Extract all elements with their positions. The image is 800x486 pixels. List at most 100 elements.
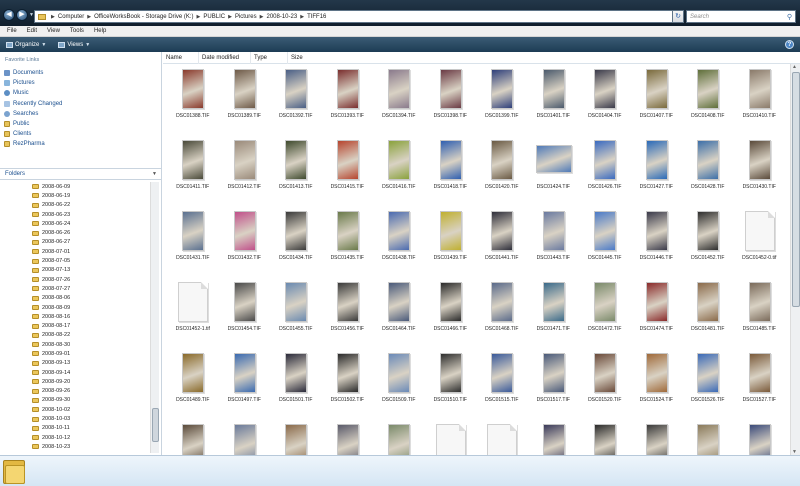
file-tile[interactable]: DSC01392.TIF xyxy=(270,66,322,137)
folder-tree-item[interactable]: 2008-09-13 xyxy=(0,359,150,368)
image-thumbnail[interactable] xyxy=(182,69,204,109)
image-thumbnail[interactable] xyxy=(491,353,513,393)
image-thumbnail[interactable] xyxy=(233,211,256,251)
file-tile[interactable]: DSC01535.TIF xyxy=(425,421,477,455)
chevron-down-icon[interactable]: ▼ xyxy=(152,171,157,177)
folder-tree-item[interactable]: 2008-09-14 xyxy=(0,368,150,377)
file-tile[interactable]: DSC01533.TIF xyxy=(322,421,374,455)
file-tile[interactable]: DSC01412.TIF xyxy=(219,137,271,208)
image-thumbnail[interactable] xyxy=(748,140,771,180)
file-tile[interactable]: DSC01430.TIF xyxy=(734,137,786,208)
image-thumbnail[interactable] xyxy=(439,69,462,109)
image-thumbnail[interactable] xyxy=(285,140,307,180)
breadcrumb-item[interactable]: TIFF16 xyxy=(307,14,326,20)
image-thumbnail[interactable] xyxy=(535,145,572,173)
image-thumbnail[interactable] xyxy=(748,282,771,322)
image-thumbnail[interactable] xyxy=(748,69,771,109)
breadcrumb-item[interactable]: 2008-10-23 xyxy=(267,14,298,20)
file-tile[interactable]: DSC01510.TIF xyxy=(425,350,477,421)
folder-tree-item[interactable]: 2008-09-20 xyxy=(0,377,150,386)
image-thumbnail[interactable] xyxy=(388,211,410,251)
favorite-link-item[interactable]: Documents xyxy=(4,68,154,78)
folder-tree-item[interactable]: 2008-09-26 xyxy=(0,387,150,396)
file-list-scrollbar[interactable]: ▲ ▼ xyxy=(790,64,800,455)
menu-file[interactable]: File xyxy=(7,28,17,34)
folder-tree-item[interactable]: 2008-08-16 xyxy=(0,312,150,321)
file-tile[interactable]: DSC01432.TIF xyxy=(219,208,271,279)
folder-tree-item[interactable]: 2008-10-11 xyxy=(0,424,150,433)
folder-tree-item[interactable]: 2008-10-02 xyxy=(0,405,150,414)
image-thumbnail[interactable] xyxy=(285,424,307,455)
folder-tree-item[interactable]: 2008-08-09 xyxy=(0,303,150,312)
image-thumbnail[interactable] xyxy=(285,69,307,109)
favorite-link-item[interactable]: Searches xyxy=(4,109,154,119)
image-thumbnail[interactable] xyxy=(336,69,359,109)
image-thumbnail[interactable] xyxy=(594,353,616,393)
image-thumbnail[interactable] xyxy=(542,424,565,455)
image-thumbnail[interactable] xyxy=(285,282,307,322)
file-tile[interactable]: DSC01428.TIF xyxy=(682,137,734,208)
address-bar[interactable]: ▶ Computer ▶ OfficeWorksBook - Storage Driv… xyxy=(34,10,680,23)
folder-tree-item[interactable]: 2008-07-27 xyxy=(0,284,150,293)
image-thumbnail[interactable] xyxy=(491,69,513,109)
image-thumbnail[interactable] xyxy=(285,211,307,251)
file-tile[interactable]: DSC01438.TIF xyxy=(373,208,425,279)
folder-tree-item[interactable]: HF xyxy=(0,452,150,453)
image-thumbnail[interactable] xyxy=(336,211,359,251)
help-icon[interactable]: ? xyxy=(785,40,794,49)
image-thumbnail[interactable] xyxy=(439,140,462,180)
image-thumbnail[interactable] xyxy=(388,69,410,109)
favorite-link-item[interactable]: Recently Changed xyxy=(4,99,154,109)
image-thumbnail[interactable] xyxy=(182,140,204,180)
image-thumbnail[interactable] xyxy=(233,140,256,180)
image-thumbnail[interactable] xyxy=(388,424,410,455)
file-tile[interactable]: DSC01481.TIF xyxy=(682,279,734,350)
folder-tree-item[interactable]: 2008-10-03 xyxy=(0,414,150,423)
image-thumbnail[interactable] xyxy=(594,282,616,322)
file-tile[interactable]: DSC01399.TIF xyxy=(476,66,528,137)
file-tile[interactable]: DSC01474.TIF xyxy=(631,279,683,350)
folders-header[interactable]: Folders ▼ xyxy=(0,168,161,180)
file-tile[interactable]: DSC01389.TIF xyxy=(219,66,271,137)
document-file-icon[interactable] xyxy=(744,211,775,251)
refresh-button[interactable]: ↻ xyxy=(672,10,684,23)
file-tile[interactable]: DSC01502.TIF xyxy=(322,350,374,421)
favorite-link-item[interactable]: Clients xyxy=(4,129,154,139)
image-thumbnail[interactable] xyxy=(388,282,410,322)
folder-tree-item[interactable]: 2008-07-13 xyxy=(0,266,150,275)
file-tile[interactable]: DSC01443.TIF xyxy=(528,208,580,279)
file-tile[interactable]: DSC01415.TIF xyxy=(322,137,374,208)
file-tile[interactable]: DSC01537.TIF xyxy=(528,421,580,455)
folder-tree-item[interactable]: 2008-08-22 xyxy=(0,331,150,340)
file-tile[interactable]: DSC01472.TIF xyxy=(579,279,631,350)
file-tile[interactable]: DSC01411.TIF xyxy=(167,137,219,208)
column-header-name[interactable]: Name xyxy=(163,51,199,64)
menu-help[interactable]: Help xyxy=(94,28,106,34)
image-thumbnail[interactable] xyxy=(542,211,565,251)
image-thumbnail[interactable] xyxy=(697,211,719,251)
image-thumbnail[interactable] xyxy=(182,211,204,251)
file-tile[interactable]: DSC01452-0.tif xyxy=(734,208,786,279)
file-tile[interactable]: DSC01439.TIF xyxy=(425,208,477,279)
column-header-type[interactable]: Type xyxy=(251,51,288,64)
file-tile[interactable]: DSC01445.TIF xyxy=(579,208,631,279)
image-thumbnail[interactable] xyxy=(439,353,462,393)
file-tile[interactable]: DSC01466.TIF xyxy=(425,279,477,350)
menu-edit[interactable]: Edit xyxy=(27,28,37,34)
image-thumbnail[interactable] xyxy=(748,353,771,393)
image-thumbnail[interactable] xyxy=(233,282,256,322)
folder-tree-item[interactable]: 2008-06-26 xyxy=(0,228,150,237)
image-thumbnail[interactable] xyxy=(542,353,565,393)
file-tile[interactable]: DSC01540.TIF xyxy=(631,421,683,455)
file-list-scroll-thumb[interactable] xyxy=(792,72,800,307)
file-tile[interactable]: DSC01452.TIF xyxy=(682,208,734,279)
file-tile[interactable]: DSC01528.TIF xyxy=(167,421,219,455)
views-button[interactable]: Views ▼ xyxy=(55,41,93,49)
document-file-icon[interactable] xyxy=(435,424,466,455)
breadcrumb-separator-icon[interactable]: ▶ xyxy=(87,14,91,20)
file-tile[interactable]: DSC01515.TIF xyxy=(476,350,528,421)
image-thumbnail[interactable] xyxy=(645,211,668,251)
folder-tree-item[interactable]: 2008-06-24 xyxy=(0,219,150,228)
image-thumbnail[interactable] xyxy=(388,353,410,393)
file-tile[interactable]: DSC01526.TIF xyxy=(682,350,734,421)
